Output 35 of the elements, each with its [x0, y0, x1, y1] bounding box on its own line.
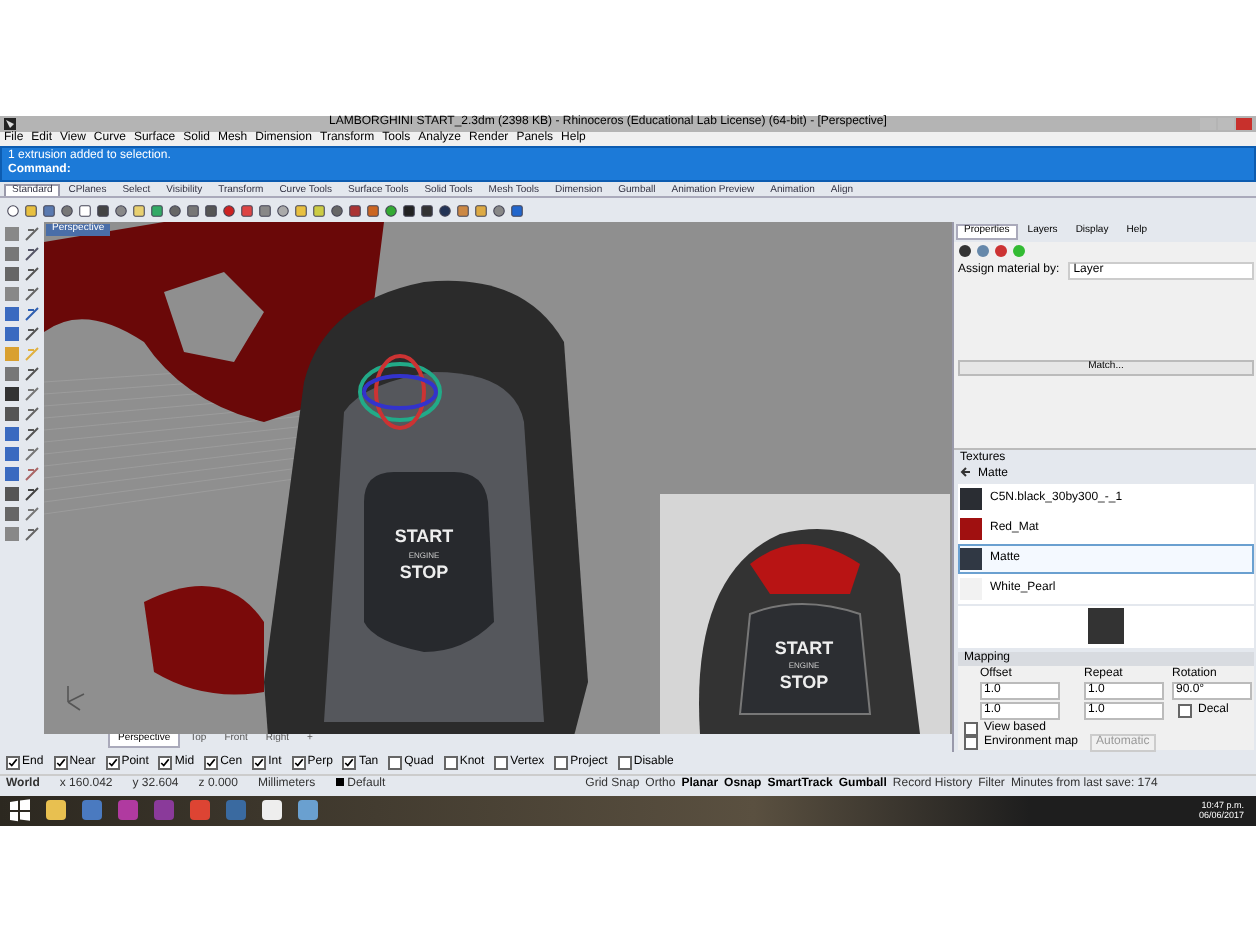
- osnap-checkbox[interactable]: [53, 756, 68, 771]
- checkbox[interactable]: [964, 722, 978, 737]
- taskbar-app-icon[interactable]: [296, 798, 320, 823]
- osnap-checkbox[interactable]: [388, 756, 403, 771]
- osnap-checkbox[interactable]: [6, 756, 20, 771]
- osnap-checkbox[interactable]: [494, 756, 509, 771]
- tool-icon[interactable]: [24, 426, 42, 445]
- button-label: START: [394, 526, 454, 547]
- osnap-checkbox[interactable]: [554, 756, 569, 771]
- layer-color-swatch: [335, 778, 344, 787]
- osnap-checkbox[interactable]: [443, 756, 458, 771]
- gumball-drawing: [358, 354, 442, 431]
- tool-icon[interactable]: [24, 486, 42, 505]
- start-button[interactable]: [8, 798, 32, 823]
- osnap-checkbox[interactable]: [252, 756, 267, 771]
- tool-icon[interactable]: [24, 266, 42, 285]
- taskbar-app-icon[interactable]: [44, 798, 68, 823]
- button-label: STOP: [399, 562, 449, 583]
- osnap-checkbox[interactable]: [204, 756, 219, 771]
- checkbox[interactable]: [1178, 704, 1192, 719]
- close-button[interactable]: [1236, 117, 1252, 130]
- osnap-checkbox[interactable]: [342, 756, 357, 771]
- osnap-checkbox[interactable]: [105, 756, 120, 771]
- app-logo-icon: [4, 117, 16, 130]
- tool-icon[interactable]: [24, 366, 42, 385]
- osnap-checkbox[interactable]: [158, 756, 173, 771]
- tool-icon[interactable]: [24, 326, 42, 345]
- texture-preview: [1088, 608, 1124, 645]
- taskbar-app-icon[interactable]: [260, 798, 284, 823]
- osnap-checkbox[interactable]: [291, 756, 306, 771]
- axis-icon: [67, 685, 85, 712]
- tool-icon[interactable]: [24, 246, 42, 265]
- osnap-checkbox[interactable]: [617, 756, 632, 771]
- frame-shape: [144, 586, 264, 695]
- checkbox[interactable]: [964, 736, 978, 751]
